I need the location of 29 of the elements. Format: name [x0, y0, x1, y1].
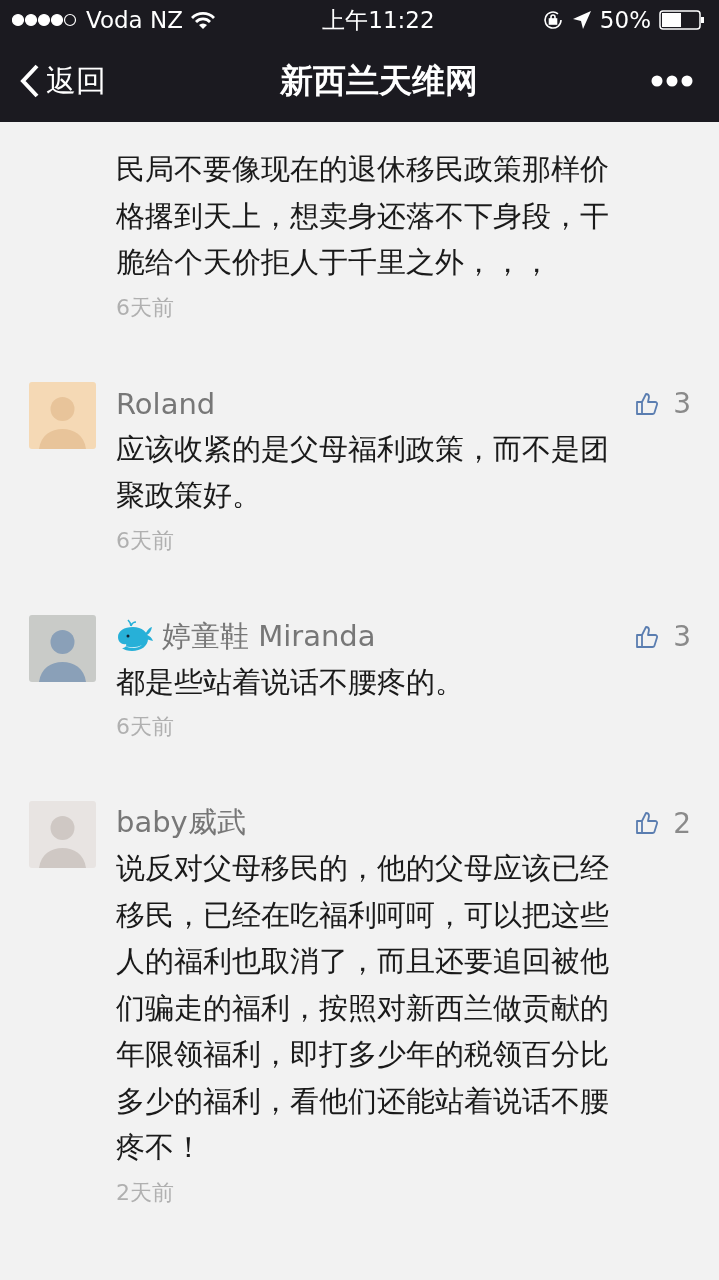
like-count: 2 — [673, 806, 691, 840]
location-icon — [571, 10, 592, 30]
battery-percent: 50% — [599, 7, 651, 33]
thumbs-up-icon[interactable] — [635, 624, 660, 649]
back-chevron-icon — [20, 64, 40, 98]
comment-text: 民局不要像现在的退休移民政策那样价 格撂到天上，想卖身还落不下身段，干 脆给个天价拒人于千里之外，，， — [116, 151, 610, 281]
comment-time: 6天前 — [116, 713, 175, 741]
comment-time: 6天前 — [116, 526, 175, 555]
rotation-lock-icon — [541, 9, 564, 31]
like-count: 3 — [673, 620, 691, 653]
signal-icon — [12, 13, 78, 27]
carrier-name: Voda NZ — [86, 7, 183, 33]
commenter-name: baby威武 — [116, 804, 246, 841]
thumbs-up-icon[interactable] — [635, 391, 660, 416]
commenter-name: Roland — [116, 386, 216, 421]
clock-time: 上午11:22 — [322, 5, 435, 35]
comment-time: 6天前 — [116, 293, 175, 322]
battery-icon — [659, 10, 705, 30]
comment-text: 都是些站着说话不腰疼的。 — [116, 663, 465, 701]
comment-text: 说反对父母移民的，他的父母应该已经 移民，已经在吃福利呵呵，可以把这些 人的福利也取消了，而且还要追回被他 们骗走的福利，按照对新西兰做贡献的 年限领福利，即打多少年的税领百分比 多少的福利，看他们还能站着说话不腰 疼不！ — [116, 850, 610, 1166]
more-icon[interactable] — [651, 75, 693, 87]
comment-text: 应该收紧的是父母福利政策，而不是团 聚政策好。 — [116, 430, 610, 514]
comment-time: 2天前 — [116, 1178, 175, 1207]
like-count: 3 — [673, 387, 691, 420]
thumbs-up-icon[interactable] — [635, 811, 660, 835]
wifi-icon — [191, 11, 215, 29]
back-button[interactable]: 返回 — [20, 60, 106, 102]
commenter-name: 婷童鞋 Miranda — [162, 617, 376, 655]
page-title: 新西兰天维网 — [279, 59, 478, 102]
